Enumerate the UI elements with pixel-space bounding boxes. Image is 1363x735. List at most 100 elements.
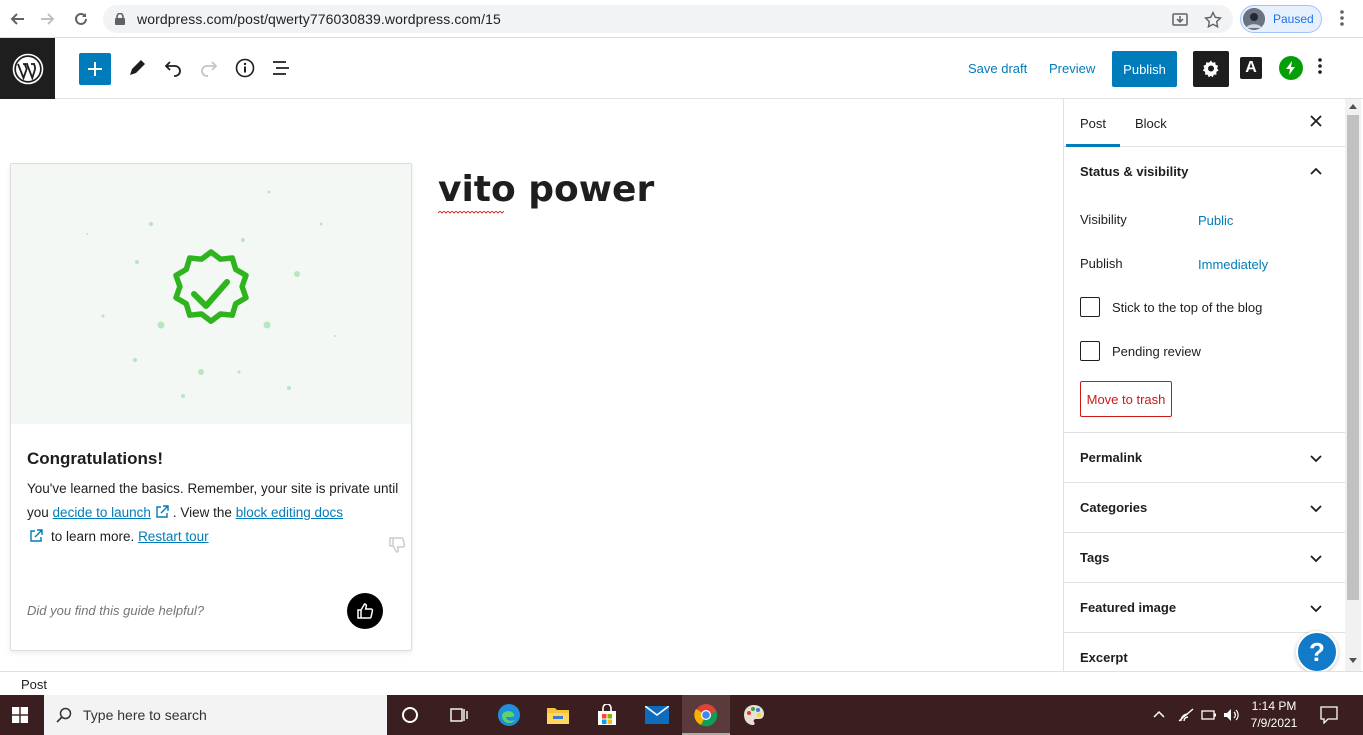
thumbs-up-button[interactable] xyxy=(347,593,383,629)
bookmark-star-icon[interactable] xyxy=(1204,11,1222,29)
move-to-trash-button[interactable]: Move to trash xyxy=(1080,381,1172,417)
undo-button[interactable] xyxy=(161,56,185,80)
scroll-up-arrow[interactable] xyxy=(1349,104,1357,109)
restart-tour-link[interactable]: Restart tour xyxy=(138,529,209,544)
scroll-down-arrow[interactable] xyxy=(1349,658,1357,663)
scroll-thumb[interactable] xyxy=(1347,115,1359,600)
preview-button[interactable]: Preview xyxy=(1049,61,1095,76)
undo-icon xyxy=(164,61,181,77)
windows-icon xyxy=(12,707,28,723)
wifi-icon[interactable] xyxy=(1178,708,1194,722)
jetpack-button[interactable] xyxy=(1279,56,1303,80)
volume-icon[interactable] xyxy=(1223,708,1239,722)
external-link-icon xyxy=(156,505,169,518)
mail-icon xyxy=(645,706,669,724)
close-icon[interactable] xyxy=(1308,113,1324,129)
help-button[interactable]: ? xyxy=(1296,631,1338,673)
add-block-button[interactable] xyxy=(79,53,111,85)
profile-button[interactable]: Paused xyxy=(1240,5,1322,33)
plus-icon xyxy=(88,62,102,76)
panel-title: Tags xyxy=(1080,550,1110,565)
tools-button[interactable] xyxy=(125,56,149,80)
paint-palette-icon xyxy=(744,705,764,725)
pending-review-checkbox[interactable] xyxy=(1080,341,1100,361)
featured-image-panel-toggle[interactable]: Featured image xyxy=(1064,583,1345,633)
chevron-down-icon xyxy=(1310,455,1322,463)
store-bag-icon xyxy=(598,704,616,725)
status-visibility-panel-toggle[interactable]: Status & visibility xyxy=(1064,147,1345,197)
guide-heading: Congratulations! xyxy=(27,449,163,468)
chevron-up-icon[interactable] xyxy=(1153,709,1165,719)
avatar xyxy=(1243,8,1265,30)
tags-panel-toggle[interactable]: Tags xyxy=(1064,533,1345,583)
file-explorer-taskbar-button[interactable] xyxy=(546,703,570,727)
reload-icon xyxy=(75,12,87,25)
address-bar[interactable]: wordpress.com/post/qwerty776030839.wordp… xyxy=(103,5,1233,33)
pending-review-label[interactable]: Pending review xyxy=(1112,344,1201,359)
save-draft-button[interactable]: Save draft xyxy=(968,61,1027,76)
info-icon xyxy=(235,58,255,78)
chevron-down-icon xyxy=(1310,605,1322,613)
panel-title: Featured image xyxy=(1080,600,1177,615)
thumbs-down-icon[interactable] xyxy=(388,536,406,554)
mail-taskbar-button[interactable] xyxy=(645,703,669,727)
sticky-checkbox[interactable] xyxy=(1080,297,1100,317)
details-button[interactable] xyxy=(233,56,257,80)
visibility-toggle[interactable]: Public xyxy=(1198,213,1233,228)
publish-date-toggle[interactable]: Immediately xyxy=(1198,257,1268,272)
tab-block[interactable]: Block xyxy=(1135,116,1167,131)
chevron-up-icon xyxy=(1310,167,1322,175)
kebab-menu-icon[interactable] xyxy=(1340,10,1344,26)
block-breadcrumb-bar: Post xyxy=(0,671,1363,695)
store-taskbar-button[interactable] xyxy=(595,703,619,727)
search-placeholder: Type here to search xyxy=(83,707,207,723)
settings-sidebar: Post Block Status & visibility Visibilit… xyxy=(1063,99,1345,671)
start-button[interactable] xyxy=(0,695,40,735)
paint-taskbar-button[interactable] xyxy=(742,703,766,727)
panel-title: Status & visibility xyxy=(1080,164,1189,179)
settings-button[interactable] xyxy=(1193,51,1229,87)
chevron-down-icon xyxy=(1310,505,1322,513)
task-view-button[interactable] xyxy=(447,703,471,727)
pencil-icon xyxy=(130,60,145,75)
breadcrumb[interactable]: Post xyxy=(21,677,47,692)
feedback-question: Did you find this guide helpful? xyxy=(27,603,205,618)
install-app-icon[interactable] xyxy=(1171,11,1189,29)
spellcheck-underline xyxy=(438,211,504,214)
permalink-panel-toggle[interactable]: Permalink xyxy=(1064,433,1345,483)
publish-button[interactable]: Publish xyxy=(1112,51,1177,87)
taskbar-search-box[interactable]: Type here to search xyxy=(44,695,387,735)
guide-body: You've learned the basics. Remember, you… xyxy=(27,477,399,549)
guide-text-2: . View the xyxy=(172,505,232,520)
wordpress-logo-button[interactable] xyxy=(0,38,55,99)
categories-panel-toggle[interactable]: Categories xyxy=(1064,483,1345,533)
folder-icon xyxy=(547,708,569,724)
more-options-icon[interactable] xyxy=(1318,57,1322,75)
sidebar-scrollbar[interactable] xyxy=(1345,99,1361,671)
back-button[interactable] xyxy=(6,8,28,30)
forward-button[interactable] xyxy=(37,8,59,30)
sidebar-tabs: Post Block xyxy=(1064,99,1345,147)
sticky-label[interactable]: Stick to the top of the blog xyxy=(1112,300,1262,315)
clock-time[interactable]: 1:14 PM xyxy=(1248,699,1300,713)
tab-post[interactable]: Post xyxy=(1080,116,1106,131)
reload-button[interactable] xyxy=(70,8,92,30)
profile-status: Paused xyxy=(1273,12,1314,26)
panel-title: Excerpt xyxy=(1080,650,1128,665)
chrome-taskbar-button[interactable] xyxy=(694,703,718,727)
battery-icon[interactable] xyxy=(1201,709,1217,721)
amp-button[interactable]: A xyxy=(1240,57,1262,79)
visibility-label: Visibility xyxy=(1080,212,1127,227)
editor-header: Save draft Preview Publish A xyxy=(0,38,1363,99)
arrow-right-icon xyxy=(41,13,55,25)
redo-button[interactable] xyxy=(197,56,221,80)
cortana-button[interactable] xyxy=(398,703,422,727)
block-editing-docs-link[interactable]: block editing docs xyxy=(236,505,343,520)
post-title[interactable]: vito power xyxy=(438,169,654,210)
outline-button[interactable] xyxy=(269,56,293,80)
notifications-icon[interactable] xyxy=(1320,706,1338,724)
edge-taskbar-button[interactable] xyxy=(497,703,521,727)
decide-to-launch-link[interactable]: decide to launch xyxy=(53,505,151,520)
clock-date[interactable]: 7/9/2021 xyxy=(1248,716,1300,730)
guide-text-3: to learn more. xyxy=(51,529,135,544)
